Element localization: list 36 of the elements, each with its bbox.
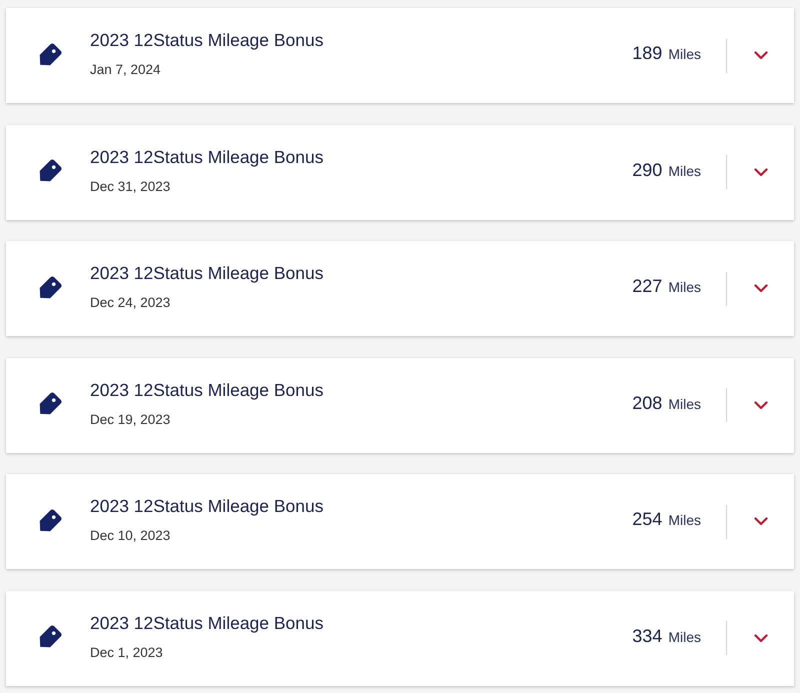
- transaction-title: 2023 12Status Mileage Bonus: [90, 612, 324, 634]
- transaction-date: Dec 31, 2023: [90, 178, 170, 194]
- expand-button[interactable]: [754, 167, 768, 177]
- miles-amount: 227: [632, 276, 662, 297]
- chevron-icon: [754, 400, 768, 410]
- miles-amount: 208: [632, 392, 662, 414]
- transaction-date: Jan 7, 2024: [90, 62, 161, 77]
- miles-amount: 290: [632, 160, 662, 180]
- transaction-date: Dec 1, 2023: [90, 644, 163, 660]
- transaction-title: 2023 12Status Mileage Bonus: [90, 380, 324, 400]
- transaction-date: Dec 10, 2023: [90, 528, 170, 543]
- miles-unit: Miles: [668, 628, 701, 644]
- expand-button[interactable]: [754, 516, 768, 526]
- transaction-title: 2023 12Status Mileage Bonus: [90, 263, 324, 284]
- transaction-title: 2023 12Status Mileage Bonus: [90, 30, 324, 51]
- transaction-date: Dec 24, 2023: [90, 295, 170, 310]
- transaction-date: Dec 19, 2023: [90, 412, 170, 426]
- expand-button[interactable]: [754, 633, 768, 643]
- expand-button[interactable]: [754, 400, 768, 410]
- chevron-icon: [754, 284, 768, 293]
- miles-unit: Miles: [668, 46, 701, 62]
- miles-amount: 334: [632, 626, 662, 646]
- miles-unit: Miles: [668, 162, 701, 178]
- chevron-icon: [754, 51, 768, 60]
- chevron-icon: [754, 517, 768, 526]
- transaction-title: 2023 12Status Mileage Bonus: [90, 146, 324, 168]
- miles-unit: Miles: [668, 512, 701, 528]
- miles-unit: Miles: [668, 279, 701, 295]
- expand-button[interactable]: [754, 50, 768, 60]
- miles-amount: 189: [632, 43, 662, 64]
- miles-unit: Miles: [668, 396, 701, 412]
- chevron-icon: [754, 634, 768, 642]
- transaction-title: 2023 12Status Mileage Bonus: [90, 496, 324, 517]
- expand-button[interactable]: [754, 284, 768, 294]
- chevron-icon: [754, 168, 768, 176]
- miles-amount: 254: [632, 509, 662, 530]
